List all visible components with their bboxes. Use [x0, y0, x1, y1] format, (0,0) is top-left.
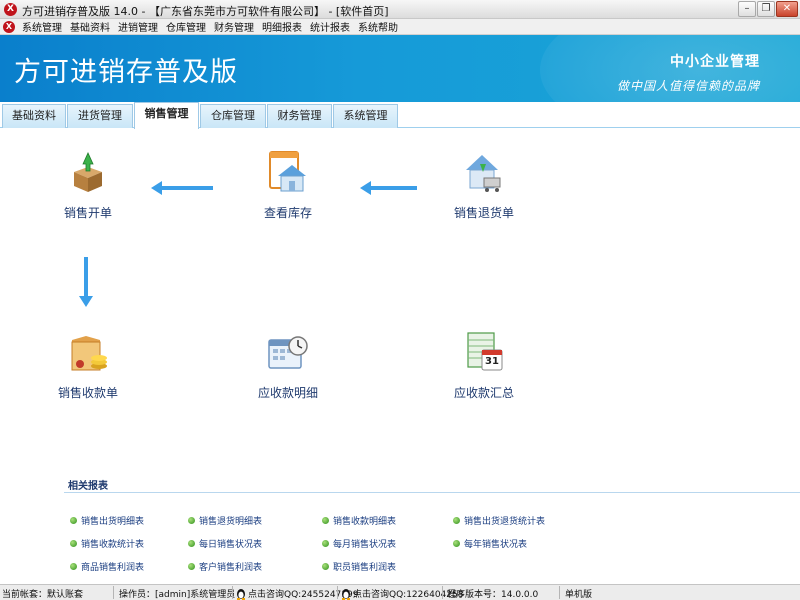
status-bar: 当前帐套：默认账套 操作员：[admin]系统管理员 点击咨询QQ:245524…: [0, 584, 800, 600]
module-sales-return[interactable]: 销售退货单: [429, 150, 539, 221]
status-separator: [232, 586, 233, 599]
restore-icon[interactable]: ❐: [757, 1, 775, 17]
warehouse-doc-icon: [266, 150, 310, 194]
report-yearly-sales[interactable]: 每年销售状况表: [453, 537, 527, 550]
report-link-text[interactable]: 每月销售状况表: [333, 537, 396, 550]
receivable-detail-label[interactable]: 应收款明细: [233, 384, 343, 401]
tab-purchase[interactable]: 进货管理: [67, 104, 133, 128]
bullet-icon: [322, 517, 329, 524]
tab-basic-data[interactable]: 基础资料: [2, 104, 66, 128]
minimize-icon[interactable]: –: [738, 1, 756, 17]
report-sales-receipt-detail[interactable]: 销售收款明细表: [322, 514, 396, 527]
status-version: 程序版本号：14.0.0.0: [447, 590, 539, 600]
bullet-icon: [188, 517, 195, 524]
status-qq-contact-2[interactable]: 点击咨询QQ:1226404258: [341, 587, 463, 600]
flow-arrow-left-1: [151, 181, 213, 195]
report-customer-profit[interactable]: 客户销售利润表: [188, 560, 262, 573]
module-receivable-detail[interactable]: 应收款明细: [233, 330, 343, 401]
calendar-date: 31: [485, 356, 499, 367]
report-link-text[interactable]: 销售收款明细表: [333, 514, 396, 527]
tab-finance[interactable]: 财务管理: [267, 104, 332, 128]
report-link-text[interactable]: 销售出货明细表: [81, 514, 144, 527]
status-separator: [559, 586, 560, 599]
report-monthly-sales[interactable]: 每月销售状况表: [322, 537, 396, 550]
bullet-icon: [188, 540, 195, 547]
bullet-icon: [70, 563, 77, 570]
report-employee-profit[interactable]: 职员销售利润表: [322, 560, 396, 573]
related-reports-title: 相关报表: [68, 481, 108, 492]
tab-bar: 基础资料 进货管理 销售管理 仓库管理 财务管理 系统管理: [0, 102, 800, 129]
qq-penguin-icon: [342, 588, 350, 600]
status-mode: 单机版: [565, 590, 593, 600]
sales-order-label[interactable]: 销售开单: [33, 204, 143, 221]
report-shipment-return-stats[interactable]: 销售出货退货统计表: [453, 514, 545, 527]
bullet-icon: [322, 540, 329, 547]
bullet-icon: [188, 563, 195, 570]
status-account: 当前帐套：默认账套: [2, 590, 84, 600]
tab-sales[interactable]: 销售管理: [134, 102, 199, 129]
report-sales-receipt-stats[interactable]: 销售收款统计表: [70, 537, 144, 550]
app-logo-icon[interactable]: X: [4, 3, 17, 16]
qq-penguin-icon: [237, 588, 245, 600]
sales-return-label[interactable]: 销售退货单: [429, 204, 539, 221]
status-operator: 操作员：[admin]系统管理员: [119, 590, 236, 600]
menu-help[interactable]: 系统帮助: [354, 19, 402, 34]
report-link-text[interactable]: 职员销售利润表: [333, 560, 396, 573]
menu-purchase-sales[interactable]: 进销管理: [114, 19, 162, 34]
report-link-text[interactable]: 客户销售利润表: [199, 560, 262, 573]
house-cart-icon: [462, 150, 506, 194]
window-title: 方可进销存普及版 14.0 - 【广东省东莞市方可软件有限公司】 - [软件首页…: [22, 5, 389, 18]
bullet-icon: [453, 540, 460, 547]
bullet-icon: [70, 540, 77, 547]
banner-title: 方可进销存普及版: [14, 57, 238, 88]
box-upload-icon: [66, 150, 110, 194]
view-stock-label[interactable]: 查看库存: [233, 204, 343, 221]
menu-system[interactable]: 系统管理: [18, 19, 66, 34]
report-link-text[interactable]: 商品销售利润表: [81, 560, 144, 573]
calendar-clock-icon: [266, 330, 310, 374]
sales-receipt-label[interactable]: 销售收款单: [33, 384, 143, 401]
module-sales-receipt[interactable]: 销售收款单: [33, 330, 143, 401]
menu-bar: X 系统管理 基础资料 进销管理 仓库管理 财务管理 明细报表 统计报表 系统帮…: [0, 19, 800, 35]
menu-statistics-reports[interactable]: 统计报表: [306, 19, 354, 34]
menu-finance[interactable]: 财务管理: [210, 19, 258, 34]
menu-app-icon[interactable]: X: [3, 20, 15, 33]
status-separator: [442, 586, 443, 599]
report-sales-shipment-detail[interactable]: 销售出货明细表: [70, 514, 144, 527]
module-view-stock[interactable]: 查看库存: [233, 150, 343, 221]
module-sales-order[interactable]: 销售开单: [33, 150, 143, 221]
status-separator: [113, 586, 114, 599]
report-link-text[interactable]: 销售出货退货统计表: [464, 514, 545, 527]
report-product-profit[interactable]: 商品销售利润表: [70, 560, 144, 573]
flow-arrow-down: [79, 257, 93, 307]
status-separator: [337, 586, 338, 599]
report-link-text[interactable]: 每日销售状况表: [199, 537, 262, 550]
window-controls: – ❐ ✕: [737, 1, 798, 17]
title-bar: X 方可进销存普及版 14.0 - 【广东省东莞市方可软件有限公司】 - [软件…: [0, 0, 800, 19]
tab-system[interactable]: 系统管理: [333, 104, 398, 128]
bullet-icon: [453, 517, 460, 524]
bullet-icon: [322, 563, 329, 570]
header-banner: 方可进销存普及版 中小企业管理 做中国人值得信赖的品牌: [0, 35, 800, 102]
report-daily-sales[interactable]: 每日销售状况表: [188, 537, 262, 550]
report-sales-return-detail[interactable]: 销售退货明细表: [188, 514, 262, 527]
report-link-text[interactable]: 每年销售状况表: [464, 537, 527, 550]
receivable-summary-label[interactable]: 应收款汇总: [429, 384, 539, 401]
reports-divider: [64, 492, 800, 493]
flow-arrow-left-2: [360, 181, 417, 195]
banner-slogan: 做中国人值得信赖的品牌: [616, 79, 760, 93]
calendar-31-icon: 31: [462, 330, 506, 374]
bullet-icon: [70, 517, 77, 524]
close-icon[interactable]: ✕: [776, 1, 798, 17]
report-link-text[interactable]: 销售退货明细表: [199, 514, 262, 527]
menu-basic-data[interactable]: 基础资料: [66, 19, 114, 34]
report-link-text[interactable]: 销售收款统计表: [81, 537, 144, 550]
tab-warehouse[interactable]: 仓库管理: [200, 104, 266, 128]
banner-slogan-title: 中小企业管理: [670, 54, 760, 70]
module-receivable-summary[interactable]: 31 应收款汇总: [429, 330, 539, 401]
menu-warehouse[interactable]: 仓库管理: [162, 19, 210, 34]
folder-coins-icon: [66, 330, 110, 374]
menu-detail-reports[interactable]: 明细报表: [258, 19, 306, 34]
